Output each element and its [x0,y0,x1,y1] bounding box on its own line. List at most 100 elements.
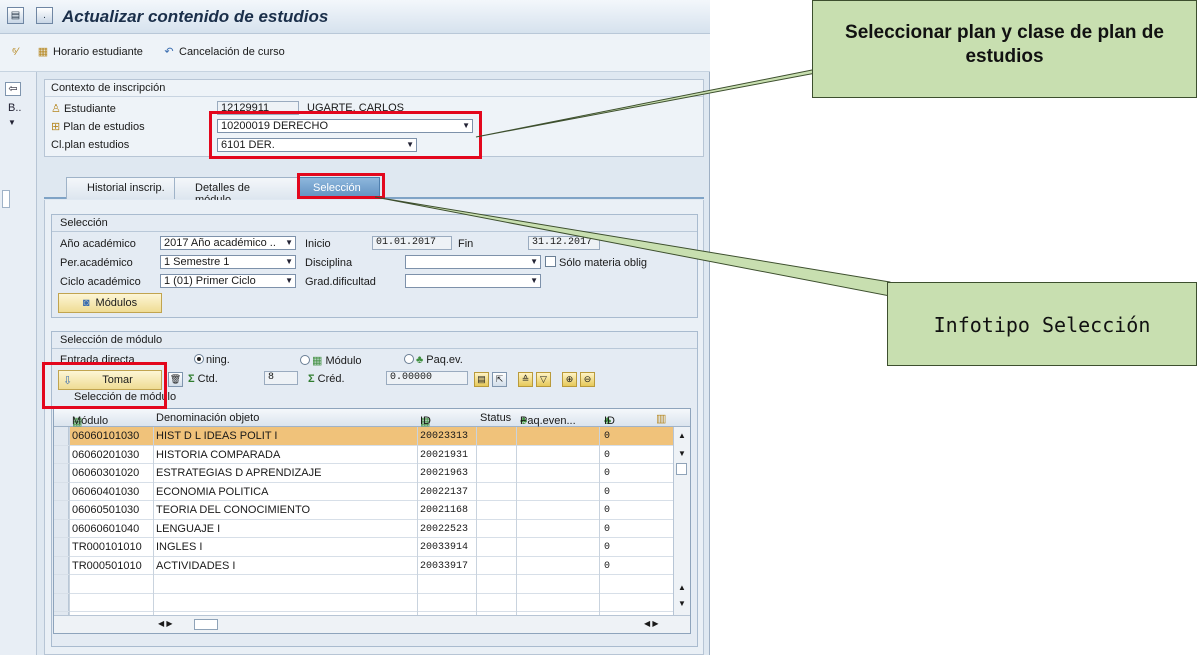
cell-id2[interactable]: 0 [604,542,610,553]
cell-denominacion[interactable]: ECONOMIA POLITICA [156,486,268,498]
detail-icon[interactable]: ▤ [474,372,489,387]
modulos-button[interactable]: ◙ Módulos [58,293,162,313]
cell-denominacion[interactable]: HISTORIA COMPARADA [156,449,280,461]
col-status-header[interactable]: Status [480,412,511,424]
cell-denominacion[interactable]: LENGUAJE I [156,523,220,535]
grid-scrollbar[interactable]: ▲ ▼ [673,427,690,577]
cell-modulo[interactable]: 06060501030 [72,504,139,516]
table-row[interactable]: 06060301020 ESTRATEGIAS D APRENDIZAJE 2002… [54,464,674,483]
radio-paqev[interactable]: ♣ Paq.ev. [404,354,463,366]
sap-menu-icon[interactable]: ▤ [7,7,24,24]
row-selector[interactable] [54,593,69,611]
solo-materia-checkbox[interactable] [545,256,556,267]
cell-denominacion[interactable]: HIST D L IDEAS POLIT I [156,430,277,442]
cell-modulo[interactable]: 06060101030 [72,430,139,442]
cell-modulo[interactable]: 06060301020 [72,467,139,479]
table-row[interactable] [54,593,674,612]
cell-modulo[interactable]: 06060601040 [72,523,139,535]
horizontal-scrollbar[interactable]: ◀ ▶ ◀ ▶ [54,615,690,633]
cell-modulo[interactable]: TR000101010 [72,541,142,553]
ctd-field[interactable]: 8 [264,371,298,385]
ciclo-academico-select[interactable]: 1 (01) Primer Ciclo ▼ [160,274,296,288]
cell-modulo[interactable]: 06060401030 [72,486,139,498]
cell-denominacion[interactable]: ACTIVIDADES I [156,560,235,572]
cell-id[interactable]: 20021963 [420,468,468,479]
back-arrow-icon[interactable]: ⇦ [5,82,21,96]
row-selector[interactable] [54,538,69,556]
cred-field[interactable]: 0.00000 [386,371,468,385]
table-row[interactable]: 06060501030 TEORIA DEL CONOCIMIENTO 200211… [54,501,674,520]
column-settings-icon[interactable]: ▥ [656,412,666,425]
delete-icon[interactable]: 🗑 [168,372,183,387]
radio-ning[interactable]: ning. [194,354,230,366]
cancelacion-curso-button[interactable]: ↶ Cancelación de curso [162,46,284,58]
cell-id[interactable]: 20021931 [420,450,468,461]
splitter-handle[interactable] [2,190,10,208]
scroll-right-icon[interactable]: ◀ ▶ [644,619,659,628]
cell-denominacion[interactable]: TEORIA DEL CONOCIMIENTO [156,504,310,516]
scroll-thumb[interactable] [194,619,218,630]
cell-id2[interactable]: 0 [604,450,610,461]
cell-modulo[interactable]: TR000501010 [72,560,142,572]
table-row[interactable]: TR000101010 INGLES I 20033914 0 [54,538,674,557]
inicio-field[interactable]: 01.01.2017 [372,236,452,250]
cell-denominacion[interactable]: ESTRATEGIAS D APRENDIZAJE [156,467,321,479]
cell-id2[interactable]: 0 [604,468,610,479]
delete-row-icon[interactable]: ⊖ [580,372,595,387]
disciplina-select[interactable]: ▼ [405,255,541,269]
radio-modulo[interactable]: ▦ Módulo [300,354,362,367]
table-row[interactable]: 06060401030 ECONOMIA POLITICA 20022137 0 [54,482,674,501]
cell-id2[interactable]: 0 [604,487,610,498]
table-row[interactable]: 06060101030 HIST D L IDEAS POLIT I 2002331… [54,427,674,446]
tab-historial[interactable]: Historial inscrip. [66,177,176,199]
export-icon[interactable]: ⇱ [492,372,507,387]
scroll-down-icon[interactable]: ▼ [678,599,686,608]
horario-estudiante-button[interactable]: ▦ Horario estudiante [36,46,143,58]
col-denominacion-header[interactable]: Denominación objeto [156,412,259,424]
grad-dificultad-select[interactable]: ▼ [405,274,541,288]
insert-row-icon[interactable]: ⊕ [562,372,577,387]
scroll-down-icon[interactable]: ▼ [678,449,686,458]
cell-id[interactable]: 20033917 [420,561,468,572]
row-selector[interactable] [54,575,69,593]
cell-id[interactable]: 20033914 [420,542,468,553]
cell-modulo[interactable]: 06060201030 [72,449,139,461]
nav-dropdown-icon[interactable]: ▼ [8,118,16,127]
scroll-up-icon[interactable]: ▲ [678,431,686,440]
cell-id[interactable]: 20023313 [420,431,468,442]
scroll-up-icon[interactable]: ▲ [678,583,686,592]
row-selector[interactable] [54,482,69,500]
disciplina-label: Disciplina [305,257,353,269]
grid-scrollbar-lower[interactable]: ▲ ▼ [673,577,690,615]
cell-id2[interactable]: 0 [604,431,610,442]
row-selector[interactable] [54,556,69,574]
filter-icon[interactable]: ▽ [536,372,551,387]
sort-icon[interactable]: ≙ [518,372,533,387]
table-row[interactable] [54,575,674,594]
table-row[interactable]: 06060601040 LENGUAJE I 20022523 0 [54,519,674,538]
table-row[interactable]: TR000501010 ACTIVIDADES I 20033917 0 [54,556,674,575]
glasses-icon: ⁶⁄ [11,46,19,58]
scroll-thumb[interactable] [676,463,687,475]
ano-academico-select[interactable]: 2017 Año académico .. ▼ [160,236,296,250]
cell-id[interactable]: 20022137 [420,487,468,498]
cell-id2[interactable]: 0 [604,524,610,535]
fin-field[interactable]: 31.12.2017 [528,236,600,250]
tab-detalles-modulo[interactable]: Detalles de módulo [174,177,298,206]
window-menu-icon[interactable]: . [36,7,53,24]
row-selector[interactable] [54,427,69,445]
toggle-display-button[interactable]: ⁶⁄ [8,46,22,58]
row-selector[interactable] [54,501,69,519]
per-academico-select[interactable]: 1 Semestre 1 ▼ [160,255,296,269]
nav-b-item[interactable]: B.. [8,102,21,114]
row-selector[interactable] [54,445,69,463]
cell-id[interactable]: 20021168 [420,505,468,516]
table-row[interactable]: 06060201030 HISTORIA COMPARADA 20021931 0 [54,445,674,464]
cell-denominacion[interactable]: INGLES I [156,541,202,553]
row-selector[interactable] [54,519,69,537]
row-selector[interactable] [54,464,69,482]
cell-id2[interactable]: 0 [604,561,610,572]
cell-id2[interactable]: 0 [604,505,610,516]
scroll-left-icon[interactable]: ◀ ▶ [158,619,173,628]
cell-id[interactable]: 20022523 [420,524,468,535]
